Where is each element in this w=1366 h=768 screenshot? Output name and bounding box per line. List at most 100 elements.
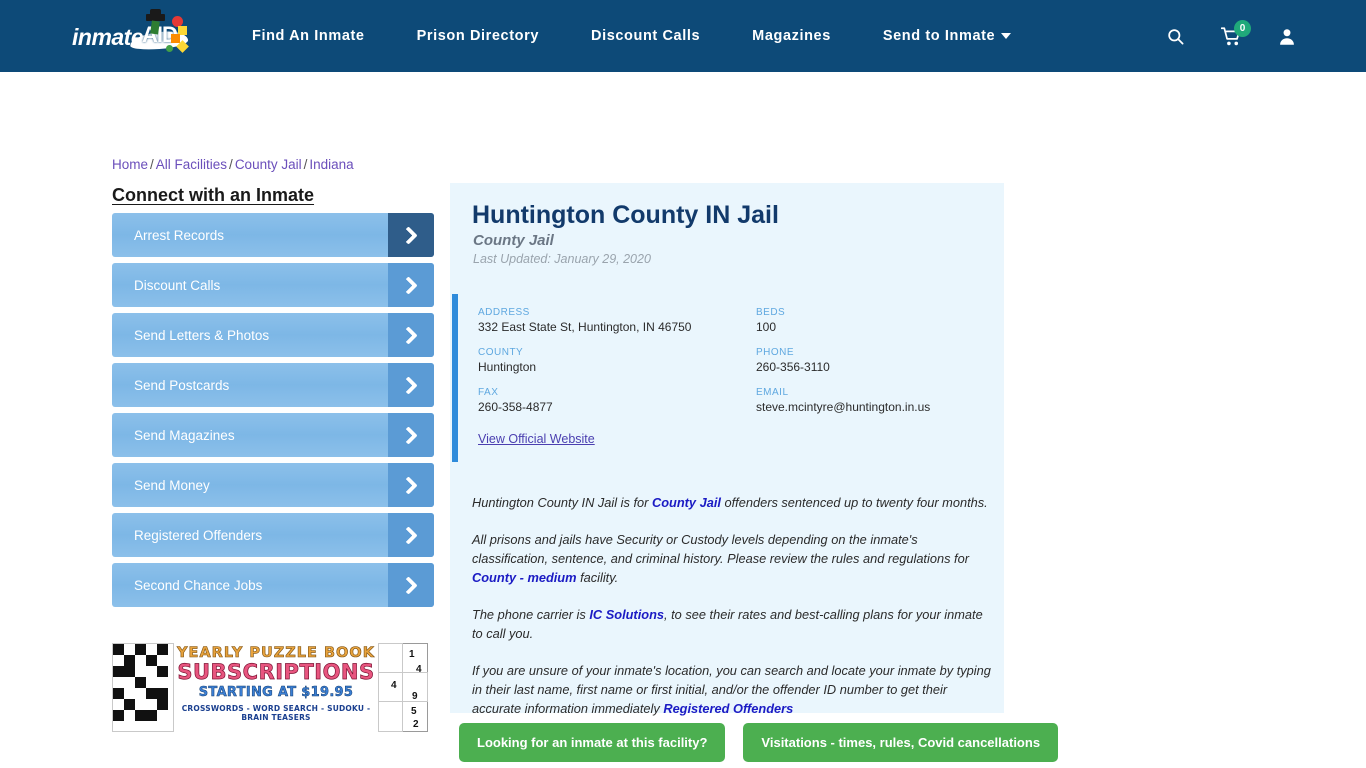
last-updated-text: Last Updated: January 29, 2020 (473, 252, 651, 266)
sidebar-item-label: Send Magazines (134, 427, 235, 443)
sidebar-item-send-letters-photos[interactable]: Send Letters & Photos (112, 313, 434, 357)
cart-icon[interactable]: 0 (1220, 20, 1251, 48)
logo-text-inmate: inmate (72, 24, 144, 50)
chevron-right-icon (388, 213, 434, 257)
link-county-medium[interactable]: County - medium (472, 570, 577, 585)
user-icon[interactable] (1276, 24, 1298, 48)
breadcrumb-item-all-facilities[interactable]: All Facilities (156, 157, 227, 172)
breadcrumb: Home / All Facilities / County Jail / Indiana (112, 157, 354, 172)
sidebar-item-label: Send Letters & Photos (134, 327, 270, 343)
nav-item-prison-directory[interactable]: Prison Directory (417, 28, 539, 44)
puzzle-book-ad-banner[interactable]: YEARLY PUZZLE BOOK SUBSCRIPTIONS STARTIN… (110, 639, 432, 736)
nav-label: Find An Inmate (252, 28, 365, 44)
sidebar-item-label: Send Money (134, 477, 210, 493)
site-header: inmate AID Find An Inmate Prison Directo… (0, 0, 1366, 75)
panel-accent-bar (452, 294, 458, 462)
sidebar-item-second-chance-jobs[interactable]: Second Chance Jobs (112, 563, 434, 607)
link-registered-offenders[interactable]: Registered Offenders (663, 701, 793, 716)
nav-label: Magazines (752, 28, 831, 44)
logo-confetti-orange (171, 34, 180, 43)
chevron-right-icon (388, 363, 434, 407)
description-paragraph-1: Huntington County IN Jail is for County … (472, 493, 994, 512)
sidebar-item-label: Second Chance Jobs (134, 577, 263, 593)
facility-description: Huntington County IN Jail is for County … (472, 493, 994, 736)
breadcrumb-item-county-jail[interactable]: County Jail (235, 157, 302, 172)
sidebar-item-label: Arrest Records (134, 227, 225, 243)
sidebar-item-registered-offenders[interactable]: Registered Offenders (112, 513, 434, 557)
view-official-website-link[interactable]: View Official Website (478, 432, 595, 446)
field-label: FAX (478, 387, 499, 398)
description-paragraph-4: If you are unsure of your inmate's locat… (472, 661, 994, 718)
field-value: steve.mcintyre@huntington.in.us (756, 400, 931, 414)
desc-text: All prisons and jails have Security or C… (472, 532, 969, 566)
breadcrumb-item-indiana[interactable]: Indiana (309, 157, 353, 172)
link-ic-solutions[interactable]: IC Solutions (589, 607, 664, 622)
ad-categories-line: CROSSWORDS - WORD SEARCH - SUDOKU - BRAI… (181, 704, 371, 722)
ad-sudoku-digit: 5 (411, 706, 417, 717)
ad-sudoku-graphic-right: 1 4 4 9 5 2 (378, 639, 430, 736)
sidebar-item-send-postcards[interactable]: Send Postcards (112, 363, 434, 407)
field-address: ADDRESS 332 East State St, Huntington, I… (478, 307, 738, 334)
nav-item-find-an-inmate[interactable]: Find An Inmate (252, 28, 365, 44)
visitations-button[interactable]: Visitations - times, rules, Covid cancel… (743, 723, 1059, 762)
cart-count-badge: 0 (1234, 20, 1251, 37)
chevron-right-icon (388, 313, 434, 357)
header-icon-group: 0 (1164, 0, 1298, 72)
sidebar-item-label: Send Postcards (134, 377, 230, 393)
breadcrumb-item-home[interactable]: Home (112, 157, 148, 172)
desc-text: offenders sentenced up to twenty four mo… (720, 495, 988, 510)
chevron-down-icon (1001, 33, 1012, 40)
link-county-jail[interactable]: County Jail (652, 495, 721, 510)
field-value: 260-356-3110 (756, 360, 830, 374)
site-logo[interactable]: inmate AID (72, 9, 196, 60)
field-value: 100 (756, 320, 777, 334)
search-icon[interactable] (1164, 24, 1186, 48)
sidebar-item-send-money[interactable]: Send Money (112, 463, 434, 507)
facility-info-column-right: BEDS 100 PHONE 260-356-3110 EMAIL steve.… (756, 307, 986, 427)
ad-sudoku-digit: 4 (391, 680, 397, 691)
chevron-right-icon (388, 513, 434, 557)
field-label: EMAIL (756, 387, 789, 398)
field-label: COUNTY (478, 347, 524, 358)
field-phone: PHONE 260-356-3110 (756, 347, 986, 374)
field-value: Huntington (478, 360, 537, 374)
logo-figure-hat (146, 9, 165, 21)
desc-text: facility. (576, 570, 619, 585)
nav-label: Discount Calls (591, 28, 701, 44)
sidebar-item-arrest-records[interactable]: Arrest Records (112, 213, 434, 257)
nav-label: Prison Directory (416, 28, 540, 44)
sidebar-item-label: Registered Offenders (134, 527, 263, 543)
chevron-right-icon (388, 463, 434, 507)
field-label: ADDRESS (478, 307, 530, 318)
nav-label: Send to Inmate (882, 28, 996, 44)
sidebar-heading: Connect with an Inmate (112, 185, 315, 205)
field-beds: BEDS 100 (756, 307, 986, 334)
looking-for-inmate-button[interactable]: Looking for an inmate at this facility? (459, 723, 726, 762)
ad-sudoku-digit: 9 (412, 691, 418, 702)
description-paragraph-3: The phone carrier is IC Solutions, to se… (472, 605, 994, 643)
description-paragraph-2: All prisons and jails have Security or C… (472, 530, 994, 587)
field-value: 260-358-4877 (478, 400, 553, 414)
breadcrumb-separator: / (229, 157, 233, 172)
field-value: 332 East State St, Huntington, IN 46750 (478, 320, 692, 334)
sidebar-item-discount-calls[interactable]: Discount Calls (112, 263, 434, 307)
ad-headline-2: SUBSCRIPTIONS (177, 660, 375, 684)
sidebar-nav: Arrest Records Discount Calls Send Lette… (112, 213, 434, 613)
chevron-right-icon (388, 413, 434, 457)
field-label: BEDS (756, 307, 786, 318)
ad-price-line: STARTING AT $19.95 (198, 685, 354, 701)
field-fax: FAX 260-358-4877 (478, 387, 738, 414)
ad-text-block: YEARLY PUZZLE BOOK SUBSCRIPTIONS STARTIN… (176, 645, 376, 722)
nav-item-magazines[interactable]: Magazines (752, 28, 831, 44)
cta-button-row: Looking for an inmate at this facility? … (459, 723, 1059, 762)
ad-sudoku-digit: 2 (413, 719, 419, 730)
page-title: Huntington County IN Jail (472, 201, 779, 229)
sidebar-item-send-magazines[interactable]: Send Magazines (112, 413, 434, 457)
nav-item-discount-calls[interactable]: Discount Calls (591, 28, 700, 44)
field-county: COUNTY Huntington (478, 347, 738, 374)
desc-text: The phone carrier is (472, 607, 590, 622)
breadcrumb-separator: / (150, 157, 154, 172)
desc-text: Huntington County IN Jail is for (472, 495, 652, 510)
ad-sudoku-digit: 1 (409, 649, 415, 660)
nav-item-send-to-inmate[interactable]: Send to Inmate (882, 28, 1012, 44)
